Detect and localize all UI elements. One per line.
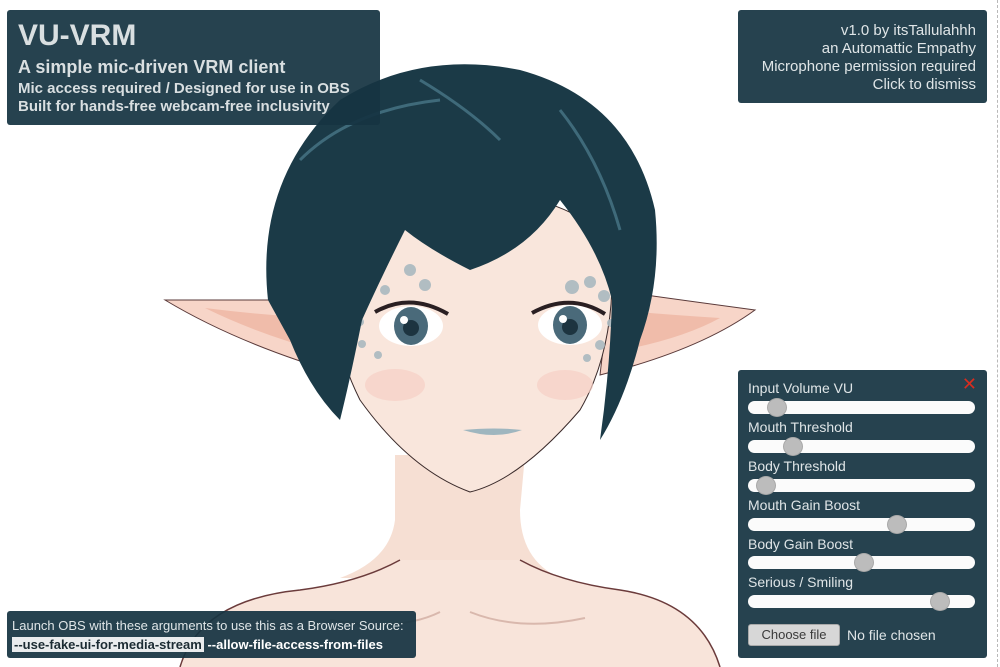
- choose-file-button[interactable]: Choose file: [748, 624, 840, 646]
- obs-arg-file-access[interactable]: --allow-file-access-from-files: [204, 637, 383, 652]
- app-subtitle: A simple mic-driven VRM client: [18, 57, 286, 77]
- app-requirements: Mic access required / Designed for use i…: [18, 80, 350, 97]
- input-volume-label: Input Volume VU: [748, 380, 854, 396]
- slider-thumb[interactable]: [853, 553, 874, 572]
- slider-thumb[interactable]: [783, 437, 804, 456]
- close-icon[interactable]: ✕: [962, 375, 977, 393]
- company-credit: an Automattic Empathy: [821, 40, 976, 57]
- version-credit: v1.0 by itsTallulahhh: [840, 22, 976, 39]
- mouth-threshold-slider[interactable]: [748, 437, 975, 456]
- permission-note: Microphone permission required: [761, 58, 976, 75]
- mouth-gain-slider[interactable]: [748, 515, 975, 534]
- serious-smiling-slider[interactable]: [748, 592, 975, 611]
- mouth-threshold-label: Mouth Threshold: [748, 419, 853, 435]
- input-volume-slider[interactable]: [748, 398, 975, 417]
- body-threshold-label: Body Threshold: [748, 458, 846, 474]
- title-panel: VU-VRM A simple mic-driven VRM client Mi…: [7, 10, 380, 125]
- slider-thumb[interactable]: [930, 592, 951, 611]
- mouth-gain-label: Mouth Gain Boost: [748, 497, 861, 513]
- obs-message: Launch OBS with these arguments to use t…: [12, 618, 404, 633]
- dismiss-link[interactable]: Click to dismiss: [873, 76, 976, 93]
- slider-thumb[interactable]: [756, 476, 777, 495]
- file-status: No file chosen: [847, 627, 936, 643]
- controls-panel: ✕ Input Volume VU Mouth Threshold Body T…: [738, 370, 987, 658]
- app-title: VU-VRM: [18, 19, 137, 52]
- obs-arg-fake-ui[interactable]: --use-fake-ui-for-media-stream: [12, 637, 204, 652]
- obs-instructions-panel: Launch OBS with these arguments to use t…: [7, 611, 416, 658]
- serious-smiling-label: Serious / Smiling: [748, 574, 854, 590]
- app-purpose: Built for hands-free webcam-free inclusi…: [18, 98, 330, 115]
- about-panel[interactable]: v1.0 by itsTallulahhh an Automattic Empa…: [738, 10, 987, 103]
- slider-thumb[interactable]: [886, 515, 907, 534]
- body-threshold-slider[interactable]: [748, 476, 975, 495]
- slider-thumb[interactable]: [766, 398, 787, 417]
- body-gain-label: Body Gain Boost: [748, 536, 854, 552]
- body-gain-slider[interactable]: [748, 553, 975, 572]
- obs-arguments[interactable]: --use-fake-ui-for-media-stream --allow-f…: [12, 637, 383, 652]
